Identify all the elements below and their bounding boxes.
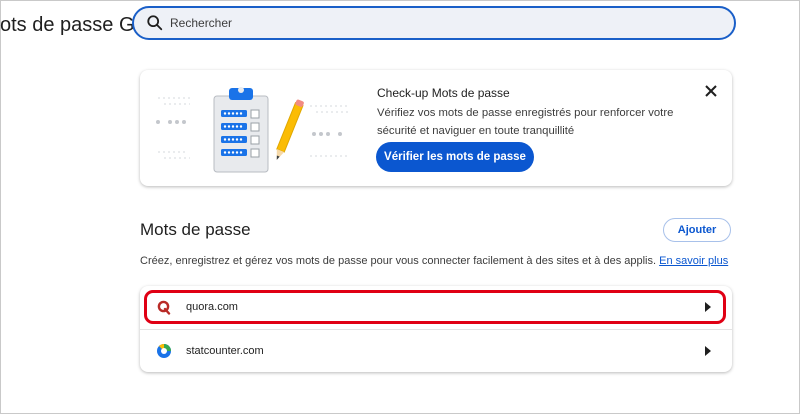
- search-input[interactable]: [168, 15, 692, 31]
- site-name: statcounter.com: [186, 345, 264, 357]
- check-passwords-button[interactable]: Vérifier les mots de passe: [376, 142, 534, 172]
- passwords-description: Créez, enregistrez et gérez vos mots de …: [140, 255, 728, 267]
- page-title: ots de passe Go: [0, 14, 140, 36]
- checkup-description: Vérifiez vos mots de passe enregistrés p…: [377, 107, 674, 137]
- passwords-description-text: Créez, enregistrez et gérez vos mots de …: [140, 255, 657, 267]
- password-list: quora.com statcounter.com: [140, 286, 732, 372]
- password-entry-statcounter[interactable]: statcounter.com: [140, 330, 732, 372]
- checkup-title: Check-up Mots de passe: [377, 86, 510, 100]
- chevron-right-icon: [705, 302, 711, 312]
- checkup-card: Check-up Mots de passe Vérifiez vos mots…: [140, 70, 732, 186]
- search-bar[interactable]: [132, 6, 736, 40]
- search-icon: [147, 15, 163, 31]
- passwords-section-title: Mots de passe: [140, 220, 251, 239]
- password-entry-quora[interactable]: quora.com: [140, 286, 732, 328]
- statcounter-icon: [157, 343, 171, 358]
- quora-icon: [157, 300, 171, 315]
- add-password-button[interactable]: Ajouter: [663, 218, 731, 242]
- close-icon[interactable]: [704, 84, 718, 98]
- learn-more-link[interactable]: En savoir plus: [659, 255, 728, 267]
- password-checkup-illustration: [156, 87, 350, 173]
- chevron-right-icon: [705, 346, 711, 356]
- site-name: quora.com: [186, 301, 238, 313]
